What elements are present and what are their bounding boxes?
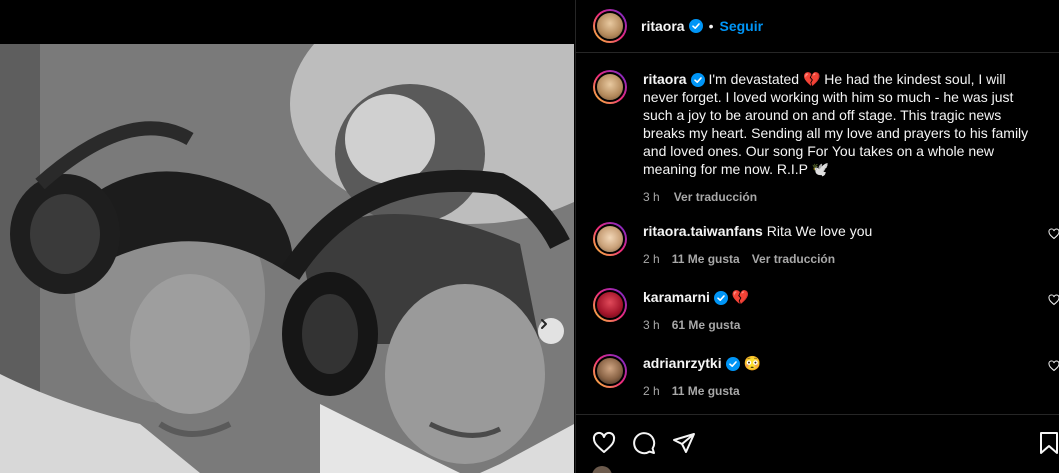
comment-item: adrianrzytki 😳 2 h 11 Me gusta [593, 354, 1059, 400]
verified-badge-icon [725, 357, 740, 372]
comment-meta: 3 h 61 Me gusta [643, 316, 1059, 334]
comment-meta: 2 h 11 Me gusta [643, 382, 1059, 400]
heart-icon[interactable] [1048, 228, 1059, 240]
post-side-panel: ritaora • Seguir ritaora I'm devastated … [575, 0, 1059, 473]
chevron-right-icon [541, 319, 547, 329]
post-actions-bar [576, 414, 1059, 473]
comment-meta: 2 h 11 Me gusta Ver traducción [643, 250, 1059, 268]
next-photo-button[interactable] [538, 318, 564, 344]
comment-time: 3 h [643, 318, 660, 332]
comment-username[interactable]: adrianrzytki [643, 355, 722, 371]
comment-time: 2 h [643, 252, 660, 266]
heart-icon[interactable] [592, 431, 616, 455]
comment-likes[interactable]: 61 Me gusta [672, 316, 741, 334]
comment-body: karamarni 💔 3 h 61 Me gusta [643, 288, 1059, 334]
author-avatar[interactable] [593, 9, 627, 43]
caption-username[interactable]: ritaora [643, 71, 687, 87]
comment-time: 2 h [643, 384, 660, 398]
comment-body: adrianrzytki 😳 2 h 11 Me gusta [643, 354, 1059, 400]
comment-text: Rita We love you [766, 223, 873, 239]
post-caption: ritaora I'm devastated 💔 He had the kind… [593, 70, 1043, 206]
comment-avatar[interactable] [593, 354, 627, 388]
comment-text: 😳 [743, 355, 761, 371]
comment-text: 💔 [731, 289, 750, 305]
comment-likes[interactable]: 11 Me gusta [672, 250, 740, 268]
verified-badge-icon [688, 19, 703, 33]
caption-time: 3 h [643, 190, 660, 204]
caption-body: ritaora I'm devastated 💔 He had the kind… [643, 70, 1043, 206]
post-photo [0, 44, 574, 473]
comment-avatar[interactable] [593, 288, 627, 322]
post-photo-graphic [0, 44, 574, 473]
heart-icon[interactable] [1048, 360, 1059, 372]
comment-avatar[interactable] [593, 222, 627, 256]
comment-username[interactable]: karamarni [643, 289, 710, 305]
comment-body: ritaora.taiwanfans Rita We love you 2 h … [643, 222, 1059, 268]
comment-item: karamarni 💔 3 h 61 Me gusta [593, 288, 1059, 334]
heart-icon[interactable] [1048, 294, 1059, 306]
caption-meta: 3 h Ver traducción [643, 188, 1043, 206]
caption-translate-link[interactable]: Ver traducción [674, 188, 757, 206]
comment-likes[interactable]: 11 Me gusta [672, 382, 740, 400]
separator-dot: • [708, 18, 714, 34]
top-strip [0, 0, 576, 44]
caption-avatar[interactable] [593, 70, 627, 104]
author-username[interactable]: ritaora [641, 18, 685, 34]
follow-button[interactable]: Seguir [719, 18, 763, 34]
comment-translate-link[interactable]: Ver traducción [752, 250, 835, 268]
comment-icon[interactable] [632, 431, 656, 455]
bookmark-icon[interactable] [1038, 431, 1059, 455]
comment-username[interactable]: ritaora.taiwanfans [643, 223, 763, 239]
post-header: ritaora • Seguir [576, 0, 1059, 53]
verified-badge-icon [690, 73, 705, 88]
share-icon[interactable] [672, 431, 696, 455]
comment-item: ritaora.taiwanfans Rita We love you 2 h … [593, 222, 1059, 268]
verified-badge-icon [713, 291, 728, 306]
